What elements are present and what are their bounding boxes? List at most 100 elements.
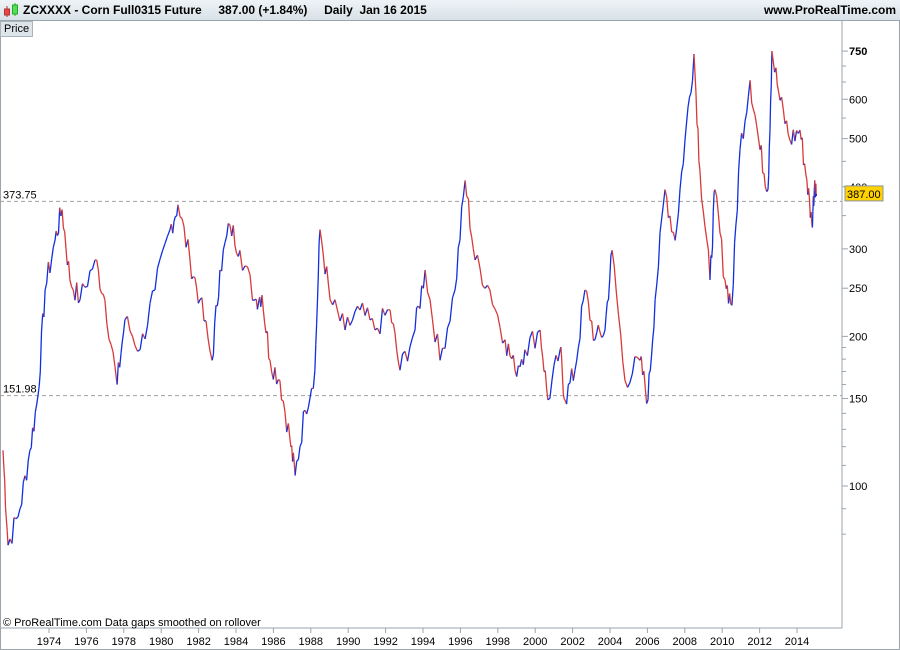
price-segment xyxy=(226,223,229,237)
price-segment xyxy=(769,101,772,130)
price-segment xyxy=(34,404,38,413)
price-segment xyxy=(589,319,592,322)
price-segment xyxy=(654,285,658,300)
price-segment xyxy=(15,516,19,520)
x-tick-label: 1980 xyxy=(149,636,173,648)
price-segment xyxy=(217,269,221,297)
price-segment xyxy=(431,319,436,343)
price-segment xyxy=(679,171,683,190)
price-segment xyxy=(212,322,216,355)
price-segment xyxy=(562,393,565,399)
price-segment xyxy=(746,96,750,113)
x-tick-label: 2000 xyxy=(523,636,547,648)
price-segment xyxy=(599,331,603,338)
y-tick-label: 750 xyxy=(849,46,867,58)
price-segment xyxy=(534,332,539,349)
price-segment xyxy=(161,243,166,252)
price-segment xyxy=(601,335,604,338)
price-segment xyxy=(539,329,543,348)
price-segment xyxy=(489,289,494,305)
price-segment xyxy=(776,84,780,92)
price-segment xyxy=(129,330,134,337)
price-segment xyxy=(620,334,624,362)
price-level-label: 373.75 xyxy=(3,189,37,201)
price-segment xyxy=(696,124,699,129)
price-segment xyxy=(177,204,181,217)
x-tick-label: 2012 xyxy=(747,636,771,648)
price-segment xyxy=(459,206,463,241)
price-segment xyxy=(2,450,5,467)
price-segment xyxy=(411,329,416,338)
price-segment xyxy=(38,371,41,387)
price-segment xyxy=(164,235,169,244)
price-segment xyxy=(717,213,721,233)
price-segment xyxy=(751,102,755,110)
price-segment xyxy=(131,336,136,346)
price-segment xyxy=(319,229,323,241)
price-segment xyxy=(687,97,691,108)
price-segment xyxy=(499,327,504,344)
price-segment xyxy=(222,242,226,251)
price-segment xyxy=(346,316,351,326)
price-segment xyxy=(274,367,278,385)
price-panel-tab[interactable]: Price xyxy=(0,21,34,37)
price-segment xyxy=(780,97,784,110)
price-segment xyxy=(309,388,313,399)
x-tick-label: 1994 xyxy=(411,636,435,648)
price-segment xyxy=(629,373,634,383)
price-segment xyxy=(97,269,101,289)
price-segment xyxy=(249,274,254,301)
x-tick-label: 2008 xyxy=(673,636,697,648)
price-segment xyxy=(268,358,271,361)
price-segment xyxy=(775,67,778,85)
price-segment xyxy=(476,255,481,269)
y-tick-label: 250 xyxy=(849,283,867,295)
price-segment xyxy=(269,360,273,373)
x-tick-label: 1974 xyxy=(37,636,61,648)
price-segment xyxy=(674,228,678,241)
price-segment xyxy=(220,249,224,272)
price-segment xyxy=(205,320,209,339)
price-segment xyxy=(736,171,740,211)
price-segment xyxy=(622,361,626,381)
price-segment xyxy=(574,360,578,371)
site-link[interactable]: www.ProRealTime.com xyxy=(764,3,896,17)
price-segment xyxy=(580,300,584,307)
y-tick-label: 200 xyxy=(849,331,867,343)
price-segment xyxy=(424,269,429,293)
price-segment xyxy=(6,530,9,546)
price-segment xyxy=(496,314,501,328)
price-segment xyxy=(146,303,151,326)
price-segment xyxy=(152,289,156,292)
price-segment xyxy=(472,248,476,260)
price-segment xyxy=(702,211,706,227)
price-segment xyxy=(643,371,646,389)
price-segment xyxy=(471,237,474,249)
price-segment xyxy=(261,295,264,310)
price-segment xyxy=(17,508,21,518)
price-segment xyxy=(711,246,714,258)
price-segment xyxy=(139,333,144,350)
price-segment xyxy=(439,348,444,361)
price-segment xyxy=(577,338,581,349)
price-segment xyxy=(156,259,161,269)
price-chart[interactable]: 373.75151.98 100150200250300400500600750… xyxy=(0,0,900,650)
price-segment xyxy=(334,299,339,311)
price-segment xyxy=(647,373,650,400)
price-segment xyxy=(561,376,564,394)
price-segment xyxy=(768,147,770,176)
price-segment xyxy=(65,248,68,266)
price-segment xyxy=(25,460,29,481)
price-segment xyxy=(572,370,576,381)
price-segment xyxy=(685,107,689,124)
price-segment xyxy=(262,309,266,324)
price-segment xyxy=(396,350,399,362)
price-segment xyxy=(697,128,700,161)
price-segment xyxy=(297,446,301,460)
price-segment xyxy=(246,266,251,275)
price-segment xyxy=(101,292,104,295)
price-segment xyxy=(605,301,608,316)
price-segment xyxy=(426,292,431,300)
price-segment xyxy=(739,132,743,150)
price-segment xyxy=(49,258,53,273)
